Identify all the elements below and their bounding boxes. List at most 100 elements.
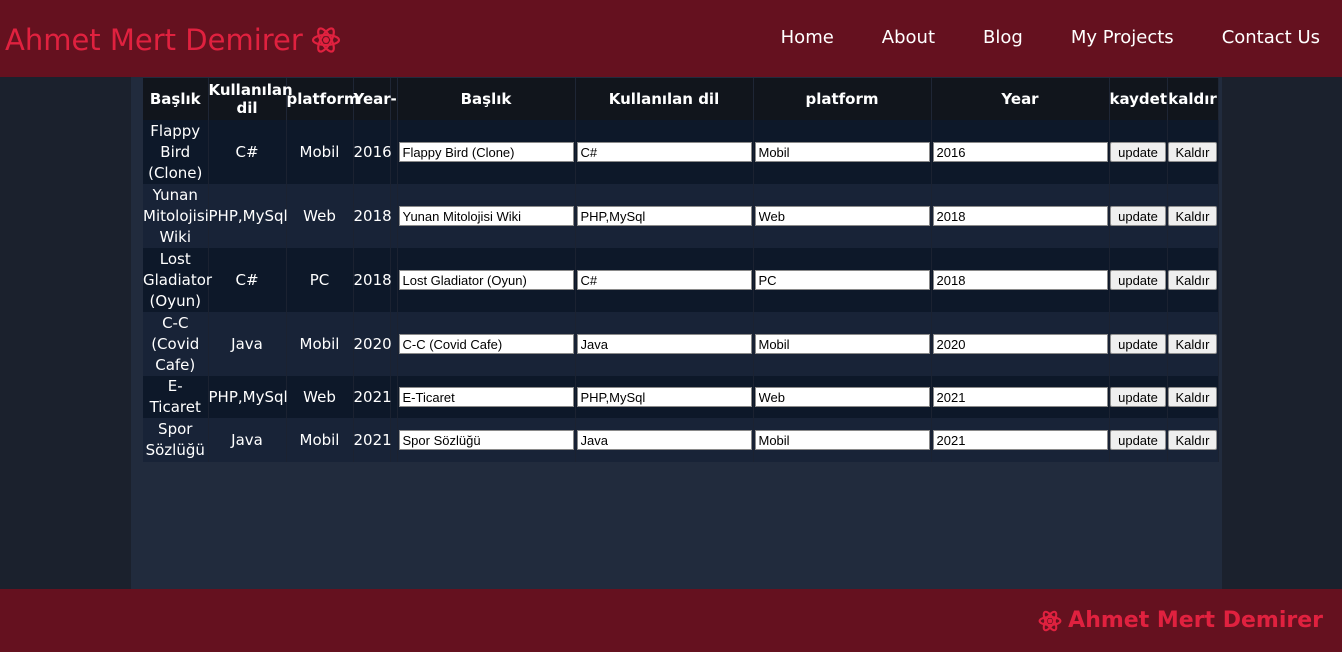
- platform-input[interactable]: [754, 387, 930, 407]
- update-button[interactable]: update: [1110, 387, 1166, 407]
- atom-icon: [311, 25, 341, 55]
- title-input[interactable]: [398, 430, 574, 450]
- cell-edit-platform: [753, 312, 932, 376]
- cell-edit-year: [931, 248, 1110, 312]
- cell-language: PHP,MySql: [208, 184, 288, 248]
- platform-input[interactable]: [754, 142, 930, 162]
- site-brand[interactable]: Ahmet Mert Demirer: [5, 20, 341, 60]
- platform-input[interactable]: [754, 334, 930, 354]
- cell-edit-year: [931, 120, 1110, 184]
- cell-remove: Kaldır: [1167, 248, 1219, 312]
- cell-edit-title: [397, 376, 576, 418]
- cell-edit-year: [931, 184, 1110, 248]
- year-input[interactable]: [932, 334, 1108, 354]
- main-nav: Home About Blog My Projects Contact Us: [733, 24, 1320, 52]
- atom-icon: [1038, 609, 1062, 633]
- cell-save: update: [1109, 184, 1168, 248]
- header-edit-platform: platform: [753, 78, 932, 120]
- remove-button[interactable]: Kaldır: [1168, 206, 1217, 226]
- cell-save: update: [1109, 312, 1168, 376]
- header-remove: kaldır: [1167, 78, 1219, 120]
- title-input[interactable]: [398, 270, 574, 290]
- update-button[interactable]: update: [1110, 270, 1166, 290]
- cell-edit-platform: [753, 418, 932, 462]
- cell-edit-title: [397, 418, 576, 462]
- cell-title: Spor Sözlüğü: [143, 418, 209, 462]
- language-input[interactable]: [576, 206, 752, 226]
- cell-edit-platform: [753, 376, 932, 418]
- cell-edit-platform: [753, 248, 932, 312]
- nav-contact-us[interactable]: Contact Us: [1222, 24, 1320, 52]
- title-input[interactable]: [398, 387, 574, 407]
- nav-my-projects[interactable]: My Projects: [1071, 24, 1174, 52]
- cell-year: 2021: [353, 376, 392, 418]
- cell-remove: Kaldır: [1167, 418, 1219, 462]
- remove-button[interactable]: Kaldır: [1168, 142, 1217, 162]
- update-button[interactable]: update: [1110, 334, 1166, 354]
- language-input[interactable]: [576, 270, 752, 290]
- cell-edit-language: [575, 184, 754, 248]
- site-header: Ahmet Mert Demirer Home About Blog My Pr…: [0, 0, 1342, 77]
- cell-save: update: [1109, 120, 1168, 184]
- footer-brand[interactable]: Ahmet Mert Demirer: [1038, 608, 1323, 633]
- header-separator: -: [390, 78, 398, 120]
- platform-input[interactable]: [754, 206, 930, 226]
- table-row: C-C (Covid Cafe) Java Mobil 2020 update …: [143, 312, 1219, 376]
- remove-button[interactable]: Kaldır: [1168, 387, 1217, 407]
- update-button[interactable]: update: [1110, 142, 1166, 162]
- projects-table: Başlık Kullanılan dil platform Year - Ba…: [143, 78, 1219, 462]
- header-title: Başlık: [143, 78, 209, 120]
- year-input[interactable]: [932, 387, 1108, 407]
- language-input[interactable]: [576, 334, 752, 354]
- header-language: Kullanılan dil: [208, 78, 293, 120]
- brand-name: Ahmet Mert Demirer: [5, 23, 303, 57]
- header-edit-language: Kullanılan dil: [575, 78, 754, 120]
- cell-title: E-Ticaret: [143, 376, 209, 418]
- cell-edit-platform: [753, 120, 932, 184]
- cell-edit-language: [575, 248, 754, 312]
- language-input[interactable]: [576, 142, 752, 162]
- table-row: E-Ticaret PHP,MySql Web 2021 update Kald…: [143, 376, 1219, 418]
- cell-year: 2020: [353, 312, 392, 376]
- nav-home[interactable]: Home: [781, 24, 834, 52]
- cell-save: update: [1109, 248, 1168, 312]
- remove-button[interactable]: Kaldır: [1168, 430, 1217, 450]
- year-input[interactable]: [932, 270, 1108, 290]
- title-input[interactable]: [398, 206, 574, 226]
- cell-edit-language: [575, 120, 754, 184]
- cell-save: update: [1109, 418, 1168, 462]
- cell-platform: Mobil: [286, 120, 354, 184]
- platform-input[interactable]: [754, 270, 930, 290]
- language-input[interactable]: [576, 430, 752, 450]
- cell-edit-title: [397, 312, 576, 376]
- cell-year: 2018: [353, 248, 392, 312]
- title-input[interactable]: [398, 142, 574, 162]
- table-row: Spor Sözlüğü Java Mobil 2021 update Kald…: [143, 418, 1219, 462]
- cell-remove: Kaldır: [1167, 120, 1219, 184]
- footer-brand-name: Ahmet Mert Demirer: [1068, 608, 1323, 633]
- cell-platform: Mobil: [286, 418, 354, 462]
- year-input[interactable]: [932, 206, 1108, 226]
- update-button[interactable]: update: [1110, 430, 1166, 450]
- cell-platform: Web: [286, 184, 354, 248]
- nav-blog[interactable]: Blog: [983, 24, 1023, 52]
- cell-edit-language: [575, 312, 754, 376]
- update-button[interactable]: update: [1110, 206, 1166, 226]
- cell-platform: PC: [286, 248, 354, 312]
- header-edit-year: Year: [931, 78, 1110, 120]
- title-input[interactable]: [398, 334, 574, 354]
- cell-language: C#: [208, 248, 287, 312]
- cell-edit-language: [575, 376, 754, 418]
- platform-input[interactable]: [754, 430, 930, 450]
- remove-button[interactable]: Kaldır: [1168, 270, 1217, 290]
- remove-button[interactable]: Kaldır: [1168, 334, 1217, 354]
- cell-platform: Mobil: [286, 312, 354, 376]
- cell-title: Lost Gladiator (Oyun): [143, 248, 212, 312]
- nav-about[interactable]: About: [882, 24, 935, 52]
- year-input[interactable]: [932, 142, 1108, 162]
- language-input[interactable]: [576, 387, 752, 407]
- table-row: Flappy Bird (Clone) C# Mobil 2016 update…: [143, 120, 1219, 184]
- cell-language: Java: [208, 418, 287, 462]
- cell-remove: Kaldır: [1167, 184, 1219, 248]
- year-input[interactable]: [932, 430, 1108, 450]
